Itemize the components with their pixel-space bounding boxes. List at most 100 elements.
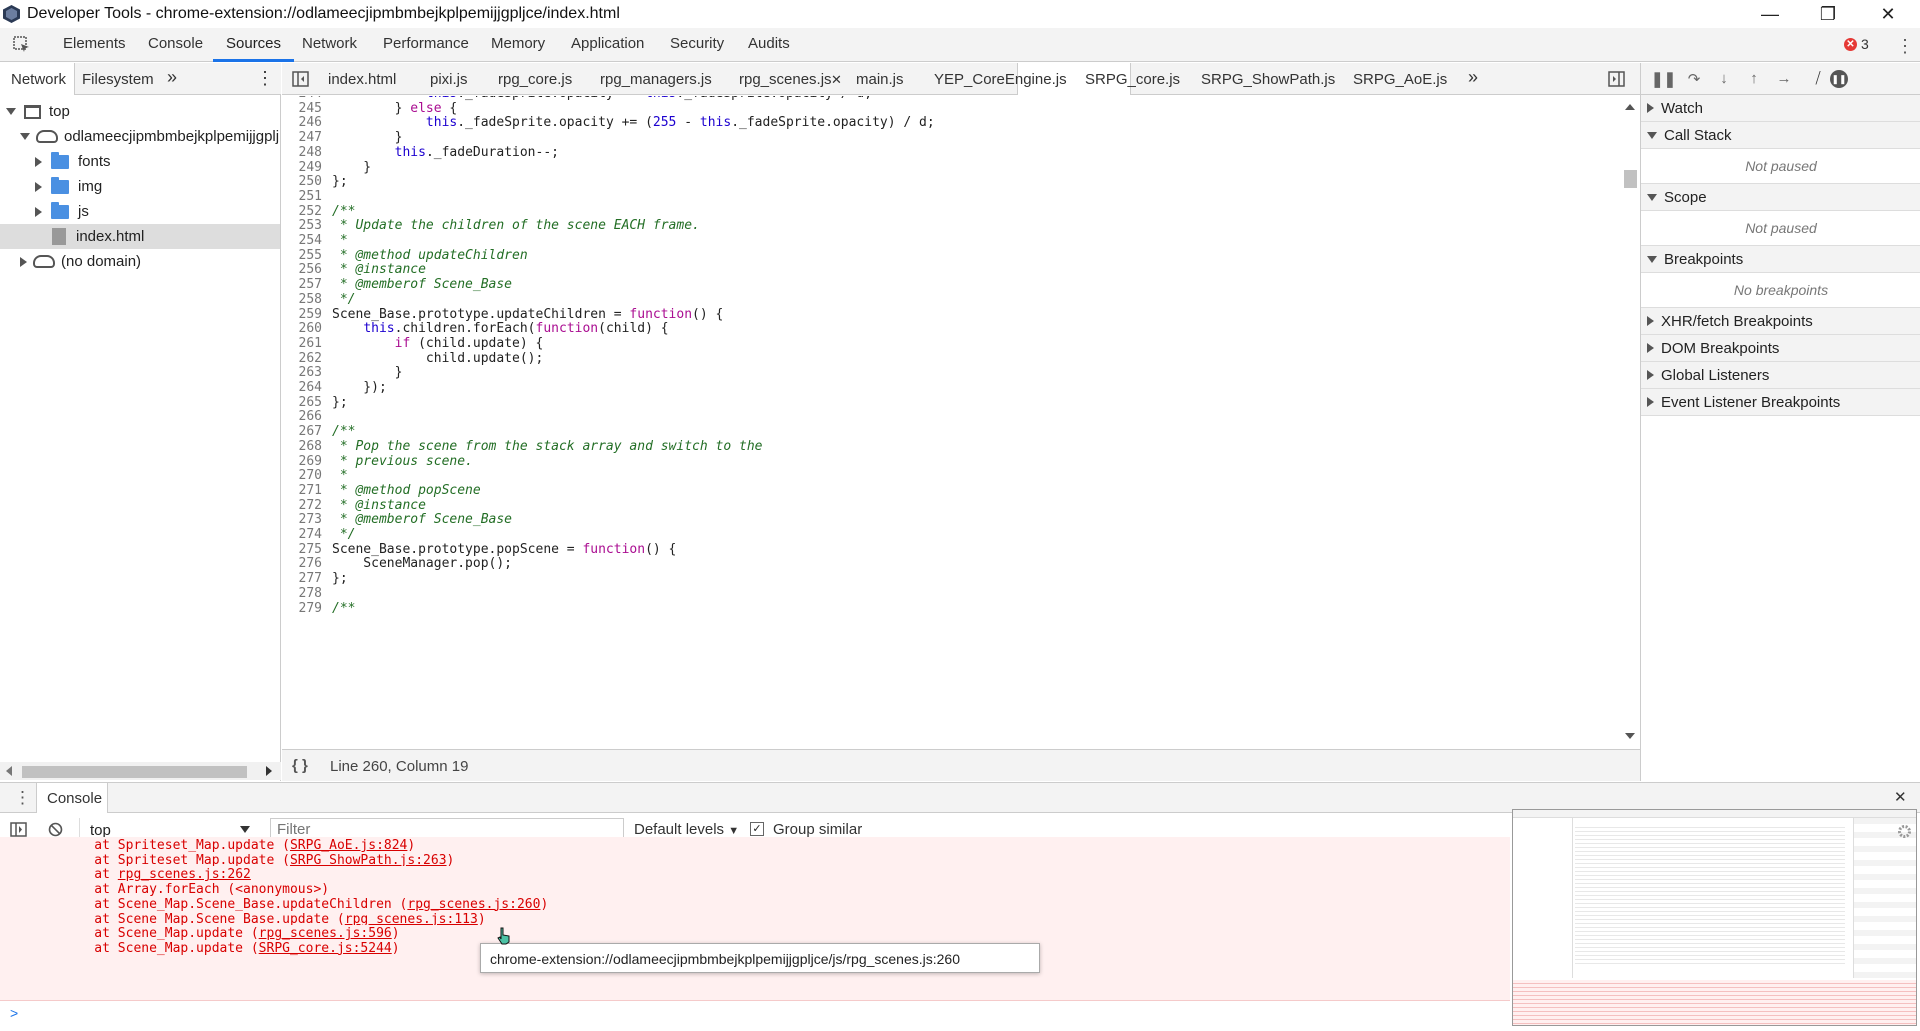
tree-item-img[interactable]: img	[0, 174, 280, 199]
more-editor-tabs-icon[interactable]: »	[1468, 67, 1478, 88]
step-out-icon[interactable]: ↑	[1745, 70, 1763, 88]
minimize-button[interactable]: —	[1742, 0, 1798, 28]
section-dom-breakpoints[interactable]: DOM Breakpoints	[1641, 335, 1920, 362]
section-empty-message: Not paused	[1641, 211, 1920, 246]
deactivate-breakpoints-icon[interactable]: ⧸	[1809, 70, 1827, 88]
editor-tab-rpg-core[interactable]: rpg_core.js	[498, 71, 572, 88]
debugger-sections: Watch Call Stack Not paused Scope Not paused…	[1641, 95, 1920, 781]
restore-button[interactable]: ❐	[1800, 0, 1856, 28]
tab-application[interactable]: Application	[571, 35, 644, 52]
group-similar-checkbox[interactable]: ✓	[750, 822, 764, 836]
close-window-button[interactable]: ✕	[1860, 0, 1916, 28]
tree-item-top[interactable]: top	[0, 99, 280, 124]
tree-item-origin[interactable]: odlameecjipmbmbejkplpemijjgplj	[0, 124, 280, 149]
source-link[interactable]: SRPG_core.js:5244	[259, 941, 392, 956]
error-counter[interactable]: ✕ 3	[1844, 36, 1869, 52]
tab-console[interactable]: Console	[148, 35, 203, 52]
window-titlebar: Developer Tools - chrome-extension://odl…	[0, 0, 1920, 28]
navigator-horizontal-scrollbar[interactable]	[0, 762, 281, 780]
editor-tab-rpg-scenes[interactable]: rpg_scenes.js	[739, 71, 832, 88]
tab-memory[interactable]: Memory	[491, 35, 545, 52]
section-breakpoints[interactable]: Breakpoints	[1641, 246, 1920, 273]
scroll-up-icon[interactable]	[1625, 104, 1635, 110]
editor-tab-yep-coreengine[interactable]: YEP_CoreEngine.js	[934, 71, 1067, 88]
step-into-icon[interactable]: ↓	[1715, 70, 1733, 88]
editor-tab-index-html[interactable]: index.html	[328, 71, 396, 88]
section-empty-message: No breakpoints	[1641, 273, 1920, 308]
editor-tab-main[interactable]: main.js	[856, 71, 904, 88]
tree-item-fonts[interactable]: fonts	[0, 149, 280, 174]
inspect-element-icon[interactable]	[12, 35, 32, 55]
thumbnail-code	[1575, 824, 1845, 964]
navigator-menu-icon[interactable]: ⋮	[256, 68, 274, 89]
error-message: at Spriteset_Map.update (SRPG_AoE.js:824…	[0, 837, 1510, 1001]
dropdown-arrow-icon	[240, 826, 250, 833]
console-prompt[interactable]: >	[10, 1005, 18, 1021]
drawer-tab-console[interactable]: Console	[47, 790, 102, 807]
editor-tab-srpg-aoe[interactable]: SRPG_AoE.js	[1353, 71, 1447, 88]
section-global-listeners[interactable]: Global Listeners	[1641, 362, 1920, 389]
toggle-debugger-icon[interactable]	[1608, 71, 1625, 87]
tree-label: (no domain)	[61, 253, 142, 270]
collapse-arrow-icon	[1647, 370, 1654, 380]
editor-status-bar: { } Line 260, Column 19	[282, 749, 1640, 781]
debugger-toolbar: ❚❚ ↷ ↓ ↑ → ⧸ ❚❚	[1641, 63, 1920, 95]
editor-tab-srpg-core[interactable]: SRPG_core.js	[1085, 71, 1180, 88]
drawer-menu-icon[interactable]: ⋮	[14, 788, 31, 808]
tab-navigator-network[interactable]: Network	[0, 63, 75, 95]
editor-tab-srpg-showpath[interactable]: SRPG_ShowPath.js	[1201, 71, 1335, 88]
section-label: Breakpoints	[1664, 250, 1744, 268]
log-levels-label: Default levels	[634, 821, 725, 838]
scroll-right-icon[interactable]	[266, 766, 272, 776]
frame-icon	[24, 104, 41, 119]
section-scope[interactable]: Scope	[1641, 184, 1920, 211]
section-call-stack[interactable]: Call Stack	[1641, 122, 1920, 149]
tab-network[interactable]: Network	[302, 35, 357, 52]
section-xhr-fetch-breakpoints[interactable]: XHR/fetch Breakpoints	[1641, 308, 1920, 335]
tab-elements[interactable]: Elements	[63, 35, 126, 52]
section-label: Watch	[1661, 99, 1703, 117]
tab-security[interactable]: Security	[670, 35, 724, 52]
tree-item-no-domain[interactable]: (no domain)	[0, 249, 280, 274]
close-drawer-icon[interactable]: ✕	[1894, 788, 1907, 806]
tab-performance[interactable]: Performance	[383, 35, 469, 52]
editor-vertical-scrollbar[interactable]	[1620, 96, 1639, 748]
clear-console-icon[interactable]	[48, 822, 63, 837]
stack-text: at Scene_Map.update (	[63, 940, 259, 956]
show-sidebar-icon[interactable]	[10, 822, 27, 837]
collapse-arrow-icon	[1647, 103, 1654, 113]
log-levels-dropdown[interactable]: Default levels ▼	[634, 821, 739, 838]
close-tab-icon[interactable]: ✕	[831, 72, 842, 88]
more-tabs-icon[interactable]: »	[167, 67, 177, 88]
step-over-icon[interactable]: ↷	[1685, 70, 1703, 88]
code-line[interactable]: 279 /**	[282, 600, 1620, 618]
pause-on-exceptions-icon[interactable]: ❚❚	[1830, 70, 1848, 88]
editor-tab-pixi[interactable]: pixi.js	[430, 71, 468, 88]
screenshot-thumbnail[interactable]	[1512, 809, 1917, 1026]
tab-audits[interactable]: Audits	[748, 35, 790, 52]
expand-arrow-icon	[6, 108, 16, 115]
line-number[interactable]: 279	[282, 600, 322, 618]
tree-item-index-html[interactable]: index.html	[0, 224, 280, 249]
toggle-navigator-icon[interactable]	[292, 71, 309, 87]
pretty-print-icon[interactable]: { }	[292, 757, 308, 774]
debugger-sidebar: ❚❚ ↷ ↓ ↑ → ⧸ ❚❚ Watch Call Stack Not pause…	[1640, 63, 1920, 781]
tab-sources[interactable]: Sources	[226, 35, 281, 52]
step-icon[interactable]: →	[1775, 70, 1793, 88]
section-event-listener-breakpoints[interactable]: Event Listener Breakpoints	[1641, 389, 1920, 416]
section-watch[interactable]: Watch	[1641, 95, 1920, 122]
scrollbar-thumb[interactable]	[1624, 170, 1637, 188]
code-editor[interactable]: 244 this._fadeSprite.opacity -= this._fa…	[282, 96, 1620, 748]
tree-item-js[interactable]: js	[0, 199, 280, 224]
pause-icon[interactable]: ❚❚	[1651, 70, 1676, 88]
scroll-down-icon[interactable]	[1625, 733, 1635, 739]
section-empty-message: Not paused	[1641, 149, 1920, 184]
folder-icon	[51, 176, 69, 194]
editor-tab-rpg-managers[interactable]: rpg_managers.js	[600, 71, 712, 88]
more-options-icon[interactable]: ⋮	[1896, 36, 1914, 57]
tab-navigator-filesystem[interactable]: Filesystem	[82, 71, 154, 88]
tree-label: js	[78, 203, 89, 220]
gear-icon	[1898, 825, 1911, 838]
scrollbar-thumb[interactable]	[22, 766, 247, 778]
scroll-left-icon[interactable]	[6, 766, 12, 776]
